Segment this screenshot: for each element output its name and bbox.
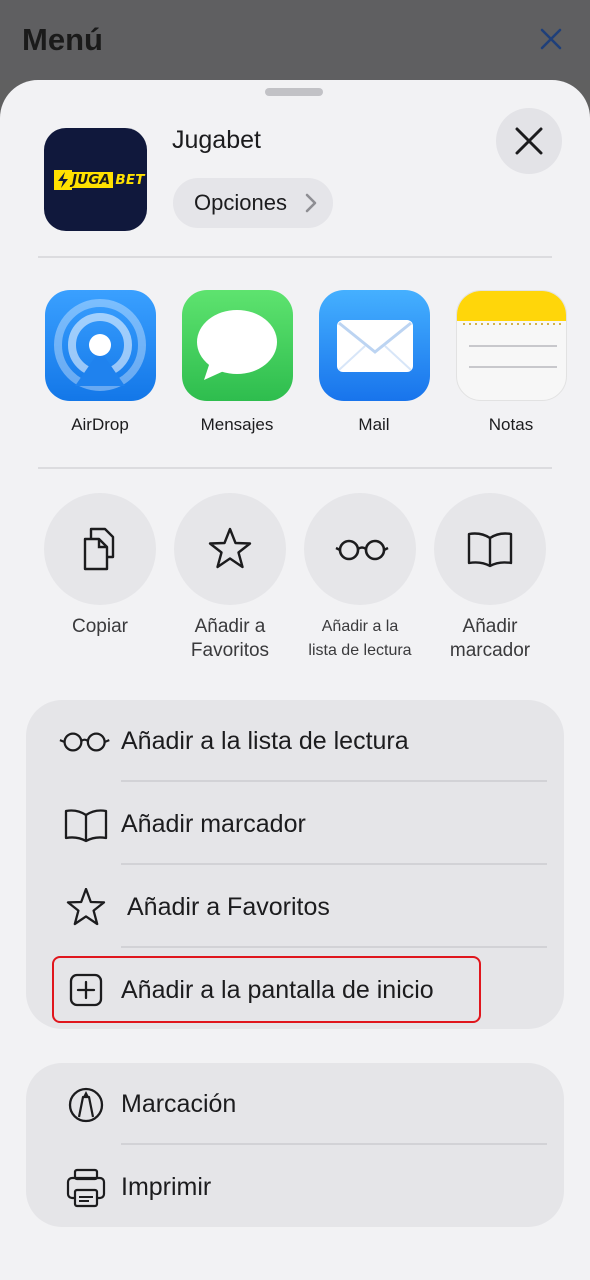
list-item-reading-list[interactable]: Añadir a la lista de lectura bbox=[26, 700, 564, 782]
sheet-grabber[interactable] bbox=[265, 88, 323, 96]
list-item-add-favorites[interactable]: Añadir a Favoritos bbox=[26, 866, 564, 948]
row-divider bbox=[121, 863, 547, 865]
share-apps-row: AirDrop Mensajes Mail Notas bbox=[0, 290, 590, 450]
list-item-print[interactable]: Imprimir bbox=[26, 1146, 564, 1228]
messages-icon bbox=[181, 290, 293, 401]
list-item-label: Añadir marcador bbox=[121, 810, 306, 838]
glasses-icon bbox=[335, 539, 389, 561]
chevron-right-icon bbox=[305, 193, 317, 213]
row-divider bbox=[121, 780, 547, 782]
share-app-notes[interactable]: Notas bbox=[441, 290, 581, 435]
action-add-reading-list[interactable]: Añadir a la lista de lectura bbox=[285, 493, 435, 663]
close-icon[interactable] bbox=[538, 26, 564, 52]
logo-bet: BET bbox=[115, 172, 145, 188]
divider bbox=[38, 256, 552, 258]
close-button[interactable] bbox=[496, 108, 562, 174]
action-label: Añadir a bbox=[194, 616, 266, 637]
markup-icon bbox=[68, 1087, 104, 1123]
mail-icon bbox=[318, 290, 430, 401]
glasses-icon bbox=[59, 732, 110, 752]
star-icon bbox=[66, 888, 106, 926]
app-logo-text: JUGA BET bbox=[69, 170, 145, 190]
list-item-label: Añadir a la lista de lectura bbox=[121, 727, 409, 755]
share-app-messages[interactable]: Mensajes bbox=[167, 290, 307, 435]
share-app-mail[interactable]: Mail bbox=[304, 290, 444, 435]
action-add-bookmark[interactable]: Añadir marcador bbox=[415, 493, 565, 663]
logo-juga: JUGA bbox=[69, 172, 114, 188]
close-icon bbox=[515, 127, 543, 155]
list-item-label: Marcación bbox=[121, 1090, 237, 1118]
highlight-box bbox=[52, 956, 481, 1023]
action-label: Añadir bbox=[462, 616, 518, 637]
star-icon bbox=[208, 527, 252, 569]
row-divider bbox=[121, 946, 547, 948]
book-icon bbox=[64, 809, 108, 843]
list-item-label: Añadir a Favoritos bbox=[127, 893, 330, 921]
quick-actions-row: Copiar Añadir a Favoritos Añadir a la li… bbox=[0, 493, 590, 683]
share-app-label: Mensajes bbox=[200, 415, 274, 434]
action-label-line2: Favoritos bbox=[190, 640, 270, 661]
actions-list-group-2: Marcación Imprimir bbox=[26, 1063, 564, 1227]
notes-icon bbox=[455, 290, 567, 401]
share-app-label: Notas bbox=[488, 415, 534, 434]
airdrop-icon bbox=[44, 290, 156, 401]
action-label-line2: lista de lectura bbox=[308, 642, 412, 659]
list-item-add-bookmark[interactable]: Añadir marcador bbox=[26, 783, 564, 865]
copy-icon bbox=[83, 527, 115, 571]
action-label-line2: marcador bbox=[449, 640, 531, 661]
action-label: Copiar bbox=[72, 616, 128, 637]
share-app-label: Mail bbox=[358, 415, 390, 434]
action-add-favorites[interactable]: Añadir a Favoritos bbox=[155, 493, 305, 663]
options-button[interactable]: Opciones bbox=[173, 178, 333, 228]
share-app-airdrop[interactable]: AirDrop bbox=[30, 290, 170, 435]
list-item-markup[interactable]: Marcación bbox=[26, 1063, 564, 1145]
action-copy[interactable]: Copiar bbox=[25, 493, 175, 639]
share-app-label: AirDrop bbox=[71, 415, 129, 434]
row-divider bbox=[121, 1143, 547, 1145]
options-label: Opciones bbox=[194, 190, 287, 215]
book-icon bbox=[467, 532, 513, 568]
app-icon: JUGA BET bbox=[44, 128, 147, 231]
list-item-label: Imprimir bbox=[121, 1173, 212, 1201]
app-name: Jugabet bbox=[172, 126, 261, 154]
background-title: Menú bbox=[22, 22, 103, 57]
action-label: Añadir a la bbox=[321, 618, 399, 635]
printer-icon bbox=[66, 1168, 106, 1208]
divider bbox=[38, 467, 552, 469]
